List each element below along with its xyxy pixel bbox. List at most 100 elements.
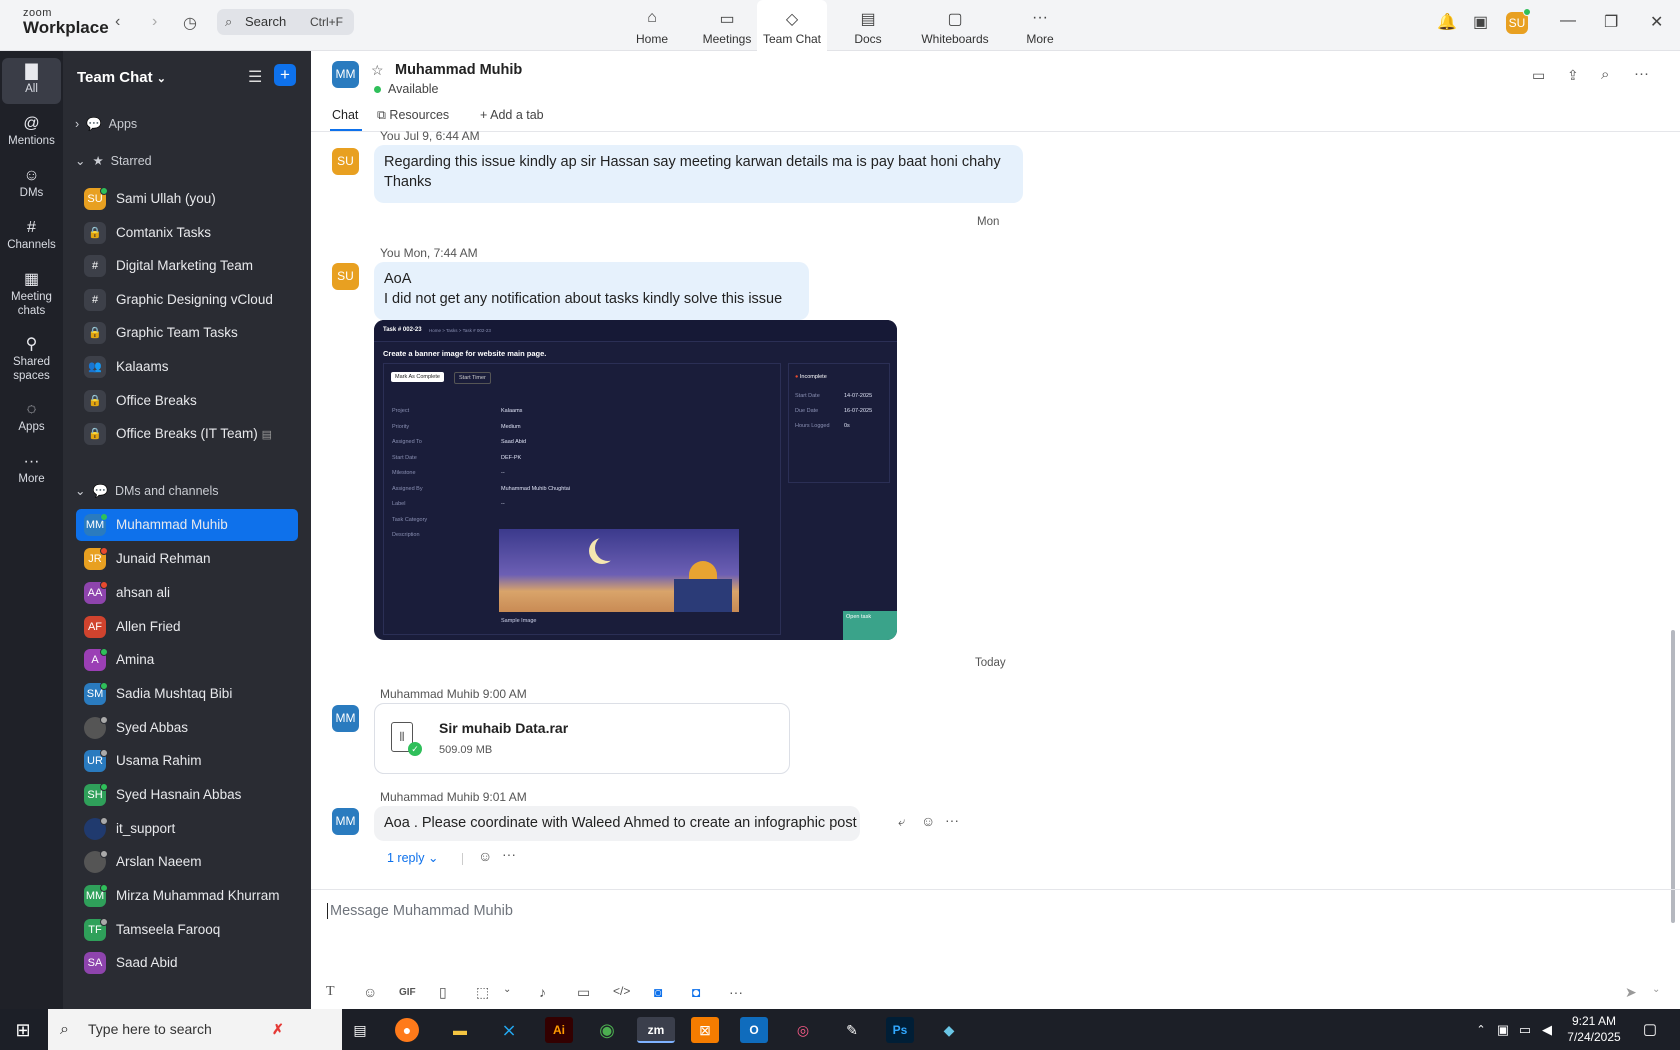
- emoji-icon[interactable]: ☺: [921, 813, 935, 829]
- avatar[interactable]: SU: [332, 148, 359, 175]
- xampp-icon[interactable]: ⊠: [691, 1017, 719, 1043]
- tab-docs[interactable]: ▤ Docs: [838, 0, 898, 51]
- mic-icon[interactable]: ♪: [539, 984, 546, 1000]
- scrollbar[interactable]: [1669, 131, 1677, 923]
- message-bubble[interactable]: Regarding this issue kindly ap sir Hassa…: [374, 145, 1023, 203]
- sidebar-item-digital-marketing[interactable]: # Digital Marketing Team: [76, 250, 298, 282]
- calendar-icon[interactable]: ▣: [1473, 12, 1488, 32]
- sidebar-item-junaid-rehman[interactable]: JR Junaid Rehman: [76, 543, 298, 575]
- star-icon[interactable]: ☆: [371, 62, 384, 79]
- history-icon[interactable]: ◷: [183, 13, 197, 33]
- search-icon[interactable]: ⌕: [1601, 66, 1609, 83]
- folder-icon[interactable]: ▬: [446, 1017, 474, 1043]
- section-dms[interactable]: ⌄ 💬 DMs and channels: [75, 483, 219, 499]
- text-format-icon[interactable]: T: [326, 984, 335, 1000]
- code-icon[interactable]: </>: [613, 984, 630, 998]
- sidebar-item-allen-fried[interactable]: AF Allen Fried: [76, 611, 298, 643]
- new-chat-button[interactable]: +: [274, 64, 296, 86]
- photoshop-icon[interactable]: Ps: [886, 1017, 914, 1043]
- chevron-down-icon[interactable]: ⌄: [1652, 984, 1660, 995]
- chat-contact-name[interactable]: Muhammad Muhib: [395, 62, 522, 78]
- section-apps[interactable]: › 💬 Apps: [75, 117, 137, 132]
- rail-shared-spaces[interactable]: ⚲ Shared spaces: [2, 336, 61, 383]
- tab-add[interactable]: + Add a tab: [480, 108, 544, 122]
- rail-all[interactable]: ▇ All: [2, 58, 61, 104]
- filter-icon[interactable]: ☰: [248, 67, 262, 87]
- tab-home[interactable]: ⌂ Home: [622, 0, 682, 51]
- zoom-taskbar-icon[interactable]: zm: [637, 1017, 675, 1043]
- firefox-icon[interactable]: ●: [395, 1018, 419, 1042]
- gif-icon[interactable]: GIF: [399, 987, 416, 998]
- video-icon[interactable]: ▭: [1532, 67, 1545, 84]
- back-icon[interactable]: ‹: [115, 13, 120, 31]
- tab-chat[interactable]: Chat: [332, 108, 358, 122]
- minimize-icon[interactable]: —: [1560, 12, 1576, 30]
- app-diamond-icon[interactable]: ◆: [935, 1017, 963, 1043]
- chrome-icon[interactable]: ◉: [593, 1017, 621, 1043]
- send-icon[interactable]: ➤: [1625, 984, 1637, 1001]
- file-attachment[interactable]: ⫴ ✓ Sir muhaib Data.rar 509.09 MB: [374, 703, 790, 774]
- more-icon[interactable]: ···: [502, 846, 516, 862]
- sidebar-item-usama-rahim[interactable]: UR Usama Rahim: [76, 745, 298, 777]
- message-bubble[interactable]: Aoa . Please coordinate with Waleed Ahme…: [374, 806, 860, 841]
- tab-team-chat[interactable]: ◇ Team Chat: [757, 0, 827, 51]
- video-clip-icon[interactable]: ▭: [577, 984, 590, 1001]
- bell-icon[interactable]: 🔔: [1437, 12, 1457, 32]
- reply-count-link[interactable]: 1 reply ⌄: [387, 850, 439, 865]
- message-bubble[interactable]: AoA I did not get any notification about…: [374, 262, 809, 320]
- sidebar-title[interactable]: Team Chat ⌄: [77, 69, 166, 86]
- sidebar-item-kalaams[interactable]: 👥 Kalaams: [76, 351, 298, 383]
- close-icon[interactable]: ✕: [1650, 12, 1663, 32]
- sidebar-item-office-breaks-it[interactable]: 🔒 Office Breaks (IT Team) ▤: [76, 418, 298, 450]
- sidebar-item-arslan-naeem[interactable]: Arslan Naeem: [76, 846, 298, 878]
- pen-tool-icon[interactable]: ✎: [838, 1017, 866, 1043]
- share-screen-icon[interactable]: ⇪: [1567, 67, 1579, 84]
- clock[interactable]: 9:21 AM 7/24/2025: [1560, 1013, 1628, 1045]
- illustrator-icon[interactable]: Ai: [545, 1017, 573, 1043]
- tab-whiteboards[interactable]: ▢ Whiteboards: [912, 0, 998, 51]
- more-icon[interactable]: ···: [729, 984, 743, 1000]
- meeting-icon[interactable]: ◘: [692, 984, 700, 1000]
- more-icon[interactable]: ···: [945, 812, 959, 828]
- image-attachment[interactable]: Task # 002-23 Home > Tasks > Task # 002-…: [374, 320, 897, 640]
- more-icon[interactable]: ···: [1634, 65, 1649, 82]
- creative-cloud-icon[interactable]: ◎: [789, 1017, 817, 1043]
- rail-apps[interactable]: ◌ Apps: [2, 401, 61, 435]
- maximize-icon[interactable]: ❐: [1604, 12, 1618, 32]
- sidebar-item-comtanix-tasks[interactable]: 🔒 Comtanix Tasks: [76, 217, 298, 249]
- file-icon[interactable]: ▯: [439, 984, 447, 1001]
- emoji-icon[interactable]: ☺: [363, 984, 377, 1000]
- reply-icon[interactable]: ⤶: [898, 814, 905, 830]
- sidebar-item-tamseela-farooq[interactable]: TF Tamseela Farooq: [76, 914, 298, 946]
- sidebar-item-mirza-khurram[interactable]: MM Mirza Muhammad Khurram: [76, 880, 298, 912]
- forward-icon[interactable]: ›: [152, 13, 157, 31]
- sidebar-item-sami-ullah[interactable]: SU Sami Ullah (you): [76, 183, 298, 215]
- sidebar-item-graphic-designing[interactable]: # Graphic Designing vCloud: [76, 284, 298, 316]
- sidebar-item-amina[interactable]: A Amina: [76, 644, 298, 676]
- sidebar-item-it-support[interactable]: it_support: [76, 813, 298, 845]
- sidebar-item-syed-hasnain-abbas[interactable]: SH Syed Hasnain Abbas: [76, 779, 298, 811]
- tab-more[interactable]: ··· More: [1015, 0, 1065, 51]
- sidebar-item-saad-abid[interactable]: SA Saad Abid: [76, 947, 298, 979]
- tab-resources[interactable]: ⧉ Resources: [377, 108, 449, 123]
- avatar[interactable]: MM: [332, 705, 359, 732]
- section-starred[interactable]: ⌄ ★ Starred: [75, 153, 152, 168]
- sidebar-item-ahsan-ali[interactable]: AA ahsan ali: [76, 577, 298, 609]
- search-input[interactable]: ⌕ Search Ctrl+F: [217, 9, 354, 35]
- tab-meetings[interactable]: ▭ Meetings: [690, 0, 764, 51]
- avatar[interactable]: MM: [332, 808, 359, 835]
- rail-meeting-chats[interactable]: ▦ Meeting chats: [2, 271, 61, 318]
- taskbar-search-input[interactable]: ⌕ Type here to search ✗: [48, 1009, 342, 1050]
- rail-mentions[interactable]: @ Mentions: [2, 115, 61, 149]
- scrollbar-thumb[interactable]: [1671, 630, 1675, 923]
- chevron-down-icon[interactable]: ⌄: [503, 984, 511, 995]
- volume-icon[interactable]: ◀: [1533, 1017, 1561, 1043]
- avatar[interactable]: SU: [332, 263, 359, 290]
- vscode-icon[interactable]: ⨯: [495, 1017, 523, 1043]
- sidebar-item-graphic-team-tasks[interactable]: 🔒 Graphic Team Tasks: [76, 317, 298, 349]
- avatar[interactable]: MM: [332, 61, 359, 88]
- outlook-icon[interactable]: O: [740, 1017, 768, 1043]
- emoji-icon[interactable]: ☺: [478, 848, 492, 864]
- sidebar-item-muhammad-muhib[interactable]: MM Muhammad Muhib: [76, 509, 298, 541]
- message-input[interactable]: Message Muhammad Muhib: [327, 903, 513, 919]
